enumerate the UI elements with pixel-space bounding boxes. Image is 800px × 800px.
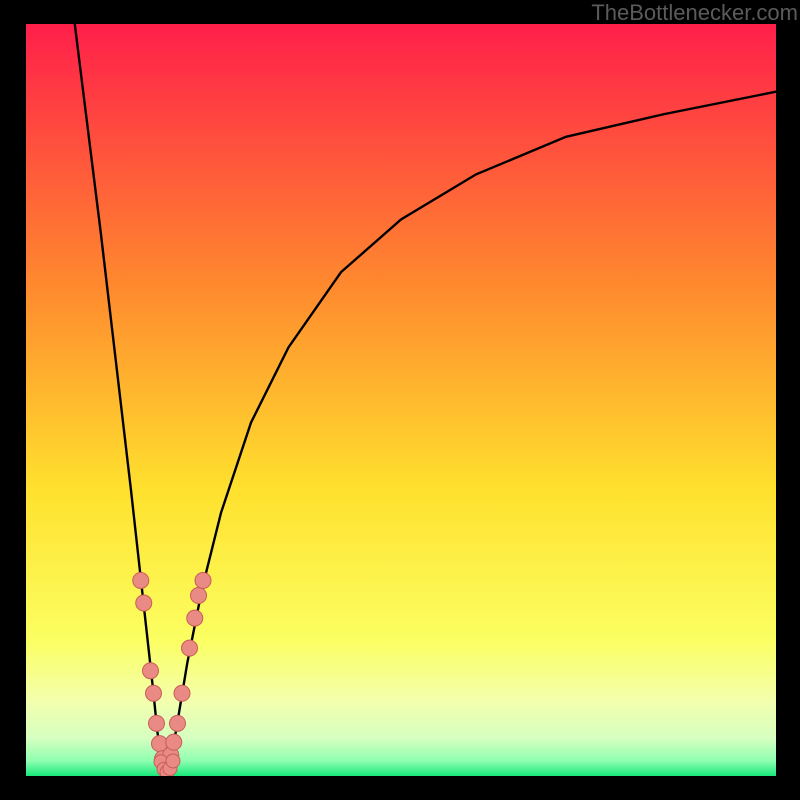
- chart-frame: TheBottlenecker.com: [0, 0, 800, 800]
- data-point: [143, 663, 159, 679]
- data-point: [146, 685, 162, 701]
- data-point: [187, 610, 203, 626]
- data-point: [170, 715, 186, 731]
- data-point: [136, 595, 152, 611]
- data-point: [191, 588, 207, 604]
- data-point: [166, 734, 182, 750]
- data-point: [195, 572, 211, 588]
- plot-area: [26, 24, 776, 776]
- data-point: [182, 640, 198, 656]
- watermark-text: TheBottlenecker.com: [591, 0, 798, 26]
- data-point: [133, 572, 149, 588]
- data-point: [149, 715, 165, 731]
- chart-svg: [26, 24, 776, 776]
- data-point: [166, 754, 180, 768]
- data-point: [174, 685, 190, 701]
- gradient-background: [26, 24, 776, 776]
